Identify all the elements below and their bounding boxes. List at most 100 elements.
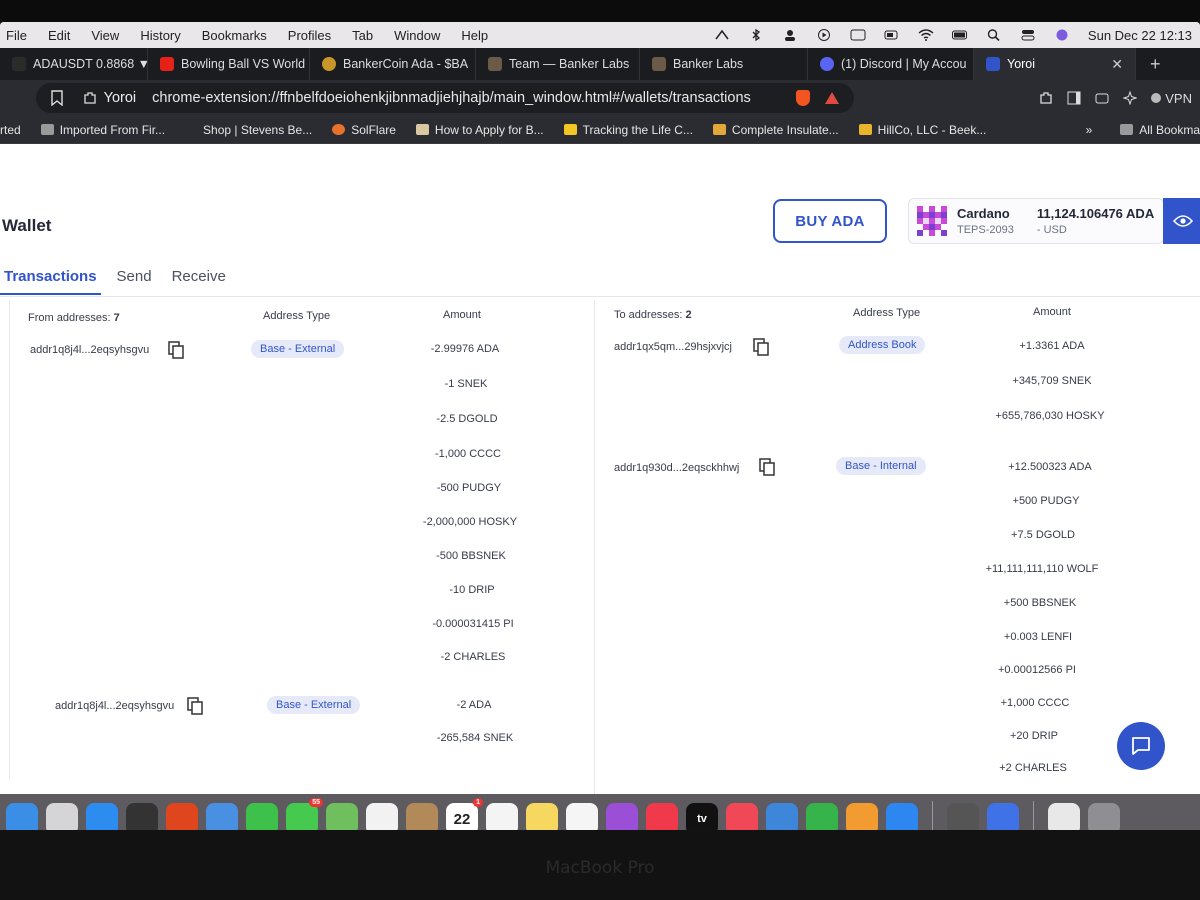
screen-share-icon[interactable] bbox=[850, 29, 866, 41]
all-bookmarks-folder[interactable]: All Bookma bbox=[1120, 123, 1200, 137]
bookmark-item[interactable]: Shop | Stevens Be... bbox=[203, 123, 312, 137]
toggle-balance-visibility-button[interactable] bbox=[1163, 198, 1200, 244]
site-icon bbox=[415, 124, 429, 135]
tab-label: BankerCoin Ada - $BA bbox=[343, 57, 469, 71]
pages-icon[interactable] bbox=[846, 803, 878, 830]
app-store-icon[interactable] bbox=[886, 803, 918, 830]
tab-team-banker-labs[interactable]: Team — Banker Labs bbox=[476, 48, 640, 80]
buy-ada-button[interactable]: BUY ADA bbox=[773, 199, 887, 243]
menu-history[interactable]: History bbox=[140, 28, 180, 43]
wifi-icon[interactable] bbox=[918, 29, 934, 41]
news-icon[interactable] bbox=[726, 803, 758, 830]
url-text[interactable]: chrome-extension://ffnbelfdoeiohenkjibnm… bbox=[152, 90, 751, 106]
brave-rewards-icon[interactable] bbox=[824, 91, 840, 105]
bookmark-item[interactable]: SolFlare bbox=[332, 123, 396, 137]
launchpad-icon[interactable] bbox=[46, 803, 78, 830]
spotlight-search-icon[interactable] bbox=[986, 29, 1002, 41]
calendar-icon-text: 22 bbox=[453, 810, 471, 828]
screenshot-icon[interactable] bbox=[126, 803, 158, 830]
menu-help[interactable]: Help bbox=[461, 28, 488, 43]
bookmark-label: SolFlare bbox=[351, 122, 396, 137]
bookmark-item[interactable]: Tracking the Life C... bbox=[563, 123, 693, 137]
tab-transactions[interactable]: Transactions bbox=[0, 268, 101, 295]
maps-icon[interactable] bbox=[326, 803, 358, 830]
cloud-icon[interactable] bbox=[714, 29, 730, 41]
photos-icon[interactable] bbox=[366, 803, 398, 830]
control-center-icon[interactable] bbox=[1020, 29, 1036, 41]
safari-icon[interactable] bbox=[86, 803, 118, 830]
tab-adausdt[interactable]: ADAUSDT 0.8868 ▼ - bbox=[0, 48, 148, 80]
leo-ai-icon[interactable] bbox=[1123, 91, 1138, 105]
menu-bookmarks[interactable]: Bookmarks bbox=[202, 28, 267, 43]
reminders-icon[interactable] bbox=[486, 803, 518, 830]
tradingview-icon bbox=[12, 57, 26, 71]
siri-icon[interactable] bbox=[1054, 29, 1070, 41]
bookmark-item[interactable]: How to Apply for B... bbox=[415, 123, 544, 137]
user-icon[interactable] bbox=[782, 29, 798, 41]
menu-edit[interactable]: Edit bbox=[48, 28, 70, 43]
from-count: 7 bbox=[113, 312, 120, 324]
tab-discord[interactable]: (1) Discord | My Accou bbox=[808, 48, 974, 80]
from-amount: -500 PUDGY bbox=[436, 482, 502, 494]
omnibox[interactable]: Yoroi chrome-extension://ffnbelfdoeiohen… bbox=[35, 83, 854, 113]
clock[interactable]: Sun Dec 22 12:13 bbox=[1088, 28, 1192, 43]
bookmark-folder-imported[interactable]: Imported From Fir... bbox=[40, 123, 165, 137]
tab-receive[interactable]: Receive bbox=[168, 268, 230, 295]
to-amount: +12.500323 ADA bbox=[1008, 461, 1092, 473]
mail-icon[interactable] bbox=[206, 803, 238, 830]
tab-send[interactable]: Send bbox=[113, 268, 156, 295]
tab-label: (1) Discord | My Accou bbox=[841, 57, 967, 71]
bluetooth-icon[interactable] bbox=[748, 29, 764, 41]
close-tab-icon[interactable]: ✕ bbox=[1111, 56, 1123, 73]
tab-yoroi[interactable]: Yoroi ✕ bbox=[974, 48, 1136, 80]
bookmarks-overflow-button[interactable]: » bbox=[1086, 123, 1093, 137]
new-tab-icon[interactable]: + bbox=[1150, 54, 1161, 75]
support-chat-button[interactable] bbox=[1117, 722, 1165, 770]
tab-bankercoin[interactable]: BankerCoin Ada - $BA bbox=[310, 48, 476, 80]
copy-icon[interactable] bbox=[187, 697, 203, 715]
facetime-icon[interactable] bbox=[246, 803, 278, 830]
vpn-button[interactable]: VPN bbox=[1151, 91, 1192, 106]
freeform-icon[interactable] bbox=[566, 803, 598, 830]
music-icon[interactable] bbox=[646, 803, 678, 830]
tab-youtube[interactable]: Bowling Ball VS World bbox=[148, 48, 310, 80]
copy-icon[interactable] bbox=[759, 458, 775, 476]
bookmark-item[interactable]: rted bbox=[0, 123, 21, 137]
messages-icon[interactable]: 55 bbox=[286, 798, 323, 830]
menu-window[interactable]: Window bbox=[394, 28, 440, 43]
menu-profiles[interactable]: Profiles bbox=[288, 28, 331, 43]
calendar-icon[interactable]: 22 1 bbox=[446, 798, 483, 830]
keynote-icon[interactable] bbox=[766, 803, 798, 830]
sidebar-icon[interactable] bbox=[1067, 91, 1081, 105]
tv-icon[interactable]: tv bbox=[686, 803, 718, 830]
bookmark-item[interactable]: Complete Insulate... bbox=[712, 123, 839, 137]
calculator-icon[interactable] bbox=[947, 803, 979, 830]
wallet-card[interactable]: Cardano TEPS-2093 11,124.106476 ADA - US… bbox=[908, 198, 1164, 244]
finder-icon[interactable] bbox=[6, 803, 38, 830]
podcasts-icon[interactable] bbox=[606, 803, 638, 830]
nordvpn-icon[interactable] bbox=[987, 803, 1019, 830]
battery-charging-icon[interactable] bbox=[884, 29, 900, 41]
bookmark-item[interactable]: HillCo, LLC - Beek... bbox=[858, 123, 986, 137]
copy-icon[interactable] bbox=[753, 338, 769, 356]
menu-view[interactable]: View bbox=[91, 28, 119, 43]
chat-bubble-icon bbox=[1132, 737, 1150, 755]
menu-file[interactable]: File bbox=[6, 28, 27, 43]
play-icon[interactable] bbox=[816, 29, 832, 41]
copy-icon[interactable] bbox=[168, 341, 184, 359]
tab-banker-labs[interactable]: Banker Labs bbox=[640, 48, 808, 80]
wallet-balance-block: 11,124.106476 ADA - USD bbox=[1037, 206, 1154, 236]
bookmark-icon[interactable] bbox=[50, 90, 64, 106]
wallet-icon[interactable] bbox=[1095, 91, 1109, 105]
brave-icon[interactable] bbox=[166, 803, 198, 830]
to-address: addr1q930d...2eqsckhhwj bbox=[614, 462, 740, 474]
document-icon[interactable] bbox=[1048, 803, 1080, 830]
battery-icon[interactable] bbox=[951, 29, 968, 41]
notes-icon[interactable] bbox=[526, 803, 558, 830]
menu-tab[interactable]: Tab bbox=[352, 28, 373, 43]
contacts-icon[interactable] bbox=[406, 803, 438, 830]
puzzle-icon[interactable] bbox=[1039, 91, 1053, 105]
brave-shields-icon[interactable] bbox=[795, 90, 810, 106]
trash-icon[interactable] bbox=[1088, 803, 1120, 830]
numbers-icon[interactable] bbox=[806, 803, 838, 830]
